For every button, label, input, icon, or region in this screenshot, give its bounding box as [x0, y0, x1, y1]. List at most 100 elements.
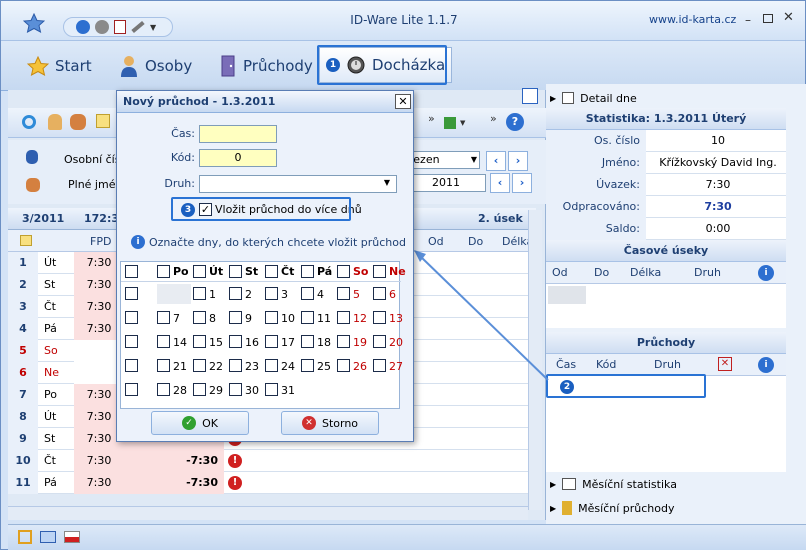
- check-icon: ✓: [182, 416, 197, 430]
- ok-label: OK: [202, 416, 218, 430]
- new-passage-dialog: Nový průchod - 1.3.2011 ✕ Čas: Kód: 0 Dr…: [116, 90, 414, 442]
- weekday-label: Po: [173, 265, 189, 278]
- day-number: 18: [317, 336, 331, 349]
- week-checkbox[interactable]: [125, 383, 138, 396]
- dialog-close-button[interactable]: ✕: [395, 94, 411, 109]
- day-checkbox[interactable]: [229, 287, 242, 300]
- day-number: 2: [245, 288, 252, 301]
- week-checkbox[interactable]: [125, 311, 138, 324]
- day-checkbox[interactable]: [193, 335, 206, 348]
- day-checkbox[interactable]: [373, 311, 386, 324]
- weekday-checkbox[interactable]: [229, 265, 242, 278]
- day-number: 16: [245, 336, 259, 349]
- hint-text: Označte dny, do kterých chcete vložit pr…: [149, 236, 406, 249]
- weekday-label: St: [245, 265, 259, 278]
- day-number: 30: [245, 384, 259, 397]
- dialog-title: Nový průchod - 1.3.2011: [117, 91, 413, 113]
- day-number: 15: [209, 336, 223, 349]
- day-number: 5: [353, 288, 360, 301]
- day-number: 1: [209, 288, 216, 301]
- day-number: 12: [353, 312, 367, 325]
- time-label: Čas:: [171, 127, 195, 140]
- day-checkbox[interactable]: [229, 383, 242, 396]
- info-icon: i: [131, 235, 145, 249]
- day-number: 23: [245, 360, 259, 373]
- day-checkbox[interactable]: [265, 359, 278, 372]
- day-number: 26: [353, 360, 367, 373]
- day-checkbox[interactable]: [193, 359, 206, 372]
- weekday-label: Čt: [281, 265, 295, 278]
- day-checkbox[interactable]: [301, 287, 314, 300]
- day-checkbox[interactable]: [229, 335, 242, 348]
- day-checkbox[interactable]: [337, 311, 350, 324]
- day-number: 3: [281, 288, 288, 301]
- select-all-checkbox[interactable]: [125, 265, 138, 278]
- weekday-label: Pá: [317, 265, 333, 278]
- day-number: 6: [389, 288, 396, 301]
- ok-button[interactable]: ✓ OK: [151, 411, 249, 435]
- day-picker-header: Po Út St Čt Pá So Ne: [121, 262, 406, 282]
- day-checkbox[interactable]: [193, 287, 206, 300]
- cancel-icon: ✕: [301, 416, 316, 430]
- cancel-button[interactable]: ✕ Storno: [281, 411, 379, 435]
- day-checkbox[interactable]: [265, 383, 278, 396]
- day-number: 11: [317, 312, 331, 325]
- weekday-label: Út: [209, 265, 224, 278]
- day-number: 8: [209, 312, 216, 325]
- weekday-checkbox[interactable]: [265, 265, 278, 278]
- type-label: Druh:: [164, 177, 195, 190]
- day-number: 21: [173, 360, 187, 373]
- week-checkbox[interactable]: [125, 359, 138, 372]
- day-number: 27: [389, 360, 403, 373]
- weekday-label: Ne: [389, 265, 406, 278]
- day-number: 28: [173, 384, 187, 397]
- chevron-down-icon: ▼: [383, 178, 391, 187]
- day-checkbox[interactable]: [157, 311, 170, 324]
- week-checkbox[interactable]: [125, 335, 138, 348]
- day-number: 19: [353, 336, 367, 349]
- day-checkbox[interactable]: [337, 359, 350, 372]
- day-number: 7: [173, 312, 180, 325]
- weekday-checkbox[interactable]: [337, 265, 350, 278]
- day-checkbox[interactable]: [157, 359, 170, 372]
- weekday-checkbox[interactable]: [301, 265, 314, 278]
- day-number: 29: [209, 384, 223, 397]
- day-checkbox[interactable]: [337, 287, 350, 300]
- day-number: 14: [173, 336, 187, 349]
- time-input[interactable]: [199, 125, 277, 143]
- day-checkbox[interactable]: [229, 359, 242, 372]
- day-checkbox[interactable]: [193, 383, 206, 396]
- day-number: 31: [281, 384, 295, 397]
- day-number: 10: [281, 312, 295, 325]
- day-number: 17: [281, 336, 295, 349]
- day-number: 22: [209, 360, 223, 373]
- day-checkbox[interactable]: [301, 335, 314, 348]
- day-checkbox[interactable]: [373, 287, 386, 300]
- day-checkbox[interactable]: [373, 359, 386, 372]
- day-checkbox[interactable]: [157, 335, 170, 348]
- cancel-label: Storno: [321, 416, 359, 430]
- day-number: 25: [317, 360, 331, 373]
- week-checkbox[interactable]: [125, 287, 138, 300]
- weekday-checkbox[interactable]: [373, 265, 386, 278]
- type-select[interactable]: ▼: [199, 175, 397, 193]
- day-checkbox[interactable]: [301, 311, 314, 324]
- day-checkbox[interactable]: [265, 335, 278, 348]
- day-number: 24: [281, 360, 295, 373]
- day-checkbox[interactable]: [373, 335, 386, 348]
- day-checkbox[interactable]: [265, 287, 278, 300]
- weekday-checkbox[interactable]: [157, 265, 170, 278]
- day-checkbox[interactable]: [157, 383, 170, 396]
- day-checkbox[interactable]: [337, 335, 350, 348]
- highlight-multi-day: [171, 197, 351, 221]
- weekday-checkbox[interactable]: [193, 265, 206, 278]
- code-label: Kód:: [170, 151, 195, 164]
- day-checkbox[interactable]: [265, 311, 278, 324]
- code-input[interactable]: 0: [199, 149, 277, 167]
- day-number: 13: [389, 312, 403, 325]
- day-checkbox[interactable]: [229, 311, 242, 324]
- day-checkbox[interactable]: [193, 311, 206, 324]
- empty-day: [157, 284, 191, 304]
- day-number: 20: [389, 336, 403, 349]
- day-checkbox[interactable]: [301, 359, 314, 372]
